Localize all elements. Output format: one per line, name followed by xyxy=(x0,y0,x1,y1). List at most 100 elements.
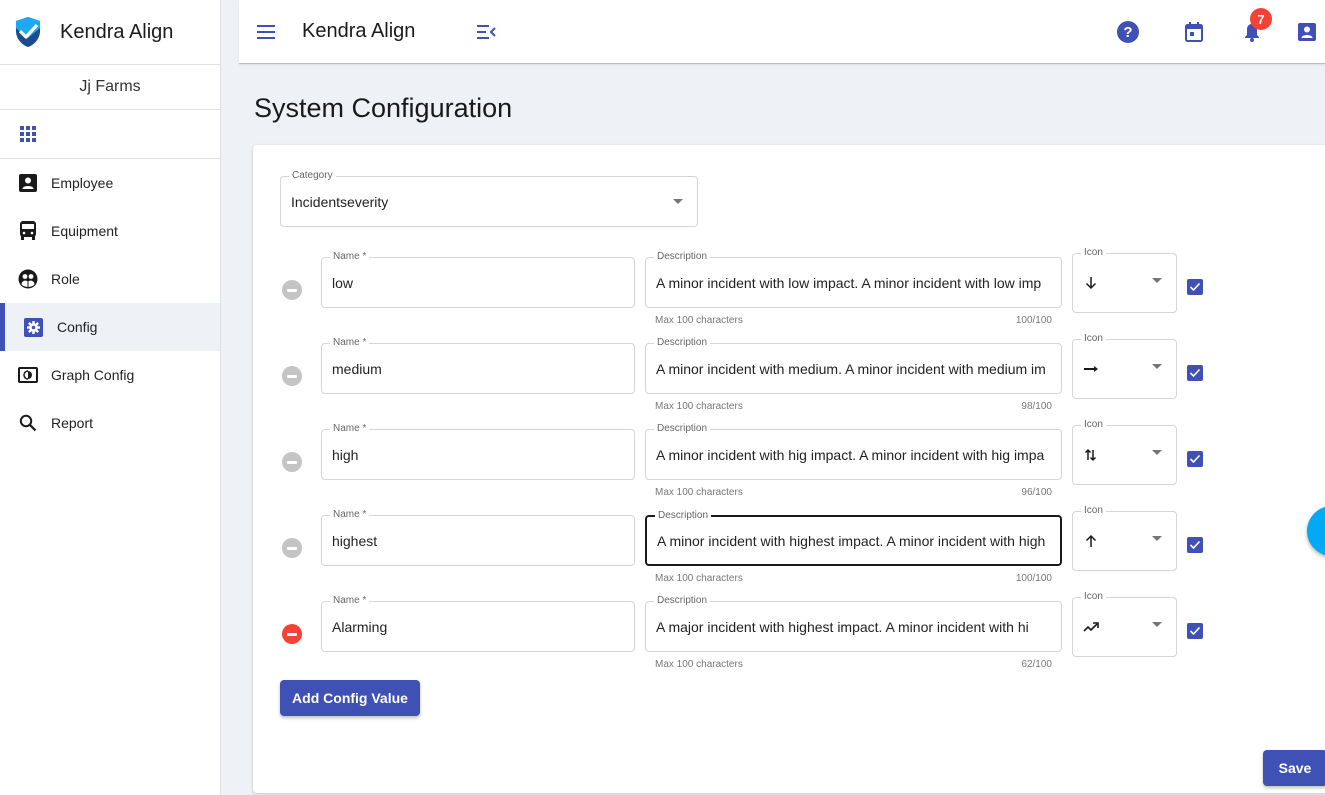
enabled-checkbox[interactable] xyxy=(1187,451,1203,467)
group-icon xyxy=(18,269,38,289)
sidebar-item-label: Employee xyxy=(51,175,114,191)
sidebar-item-role[interactable]: Role xyxy=(0,255,220,303)
icon-label: Icon xyxy=(1081,419,1106,431)
page-title: System Configuration xyxy=(254,93,513,123)
name-value: low xyxy=(332,274,354,291)
sidebar-item-graph-config[interactable]: Graph Config xyxy=(0,351,220,399)
description-value: A minor incident with low impact. A mino… xyxy=(656,274,1042,291)
description-value: A minor incident with medium. A minor in… xyxy=(656,360,1046,377)
organization-name: Jj Farms xyxy=(0,65,220,110)
description-field[interactable]: Description A minor incident with low im… xyxy=(645,251,1062,308)
enabled-checkbox[interactable] xyxy=(1187,623,1203,639)
menu-collapse-icon[interactable] xyxy=(477,22,497,42)
badge-icon xyxy=(18,173,38,193)
app-title: Kendra Align xyxy=(302,20,416,42)
brand: Kendra Align xyxy=(0,0,220,65)
icon-select[interactable]: Icon xyxy=(1072,419,1177,485)
enabled-checkbox[interactable] xyxy=(1187,365,1203,381)
bell-icon[interactable]: 7 xyxy=(1240,8,1272,44)
sidebar-item-label: Report xyxy=(51,415,94,431)
icon-label: Icon xyxy=(1081,591,1106,603)
name-value: Alarming xyxy=(332,618,388,635)
name-field[interactable]: Name * medium xyxy=(321,337,635,394)
description-helper-text: Max 100 characters xyxy=(655,401,743,412)
apps-button[interactable] xyxy=(0,110,220,159)
description-field[interactable]: Description A minor incident with highes… xyxy=(645,510,1062,566)
character-counter: 100/100 xyxy=(1015,315,1052,326)
config-row: Name * Alarming Description A major inci… xyxy=(253,591,1325,687)
account-icon[interactable] xyxy=(1295,20,1319,44)
remove-row-button[interactable] xyxy=(282,452,302,472)
trending-up-icon xyxy=(1083,619,1099,635)
sidebar-item-config[interactable]: Config xyxy=(0,303,220,351)
icon-select[interactable]: Icon xyxy=(1072,333,1177,399)
settings-icon xyxy=(23,317,43,337)
character-counter: 96/100 xyxy=(1021,487,1052,498)
sidebar-item-equipment[interactable]: Equipment xyxy=(0,207,220,255)
menu-icon[interactable] xyxy=(256,22,276,42)
chevron-down-icon xyxy=(673,199,683,204)
add-config-value-button[interactable]: Add Config Value xyxy=(280,680,420,716)
description-helper-text: Max 100 characters xyxy=(655,487,743,498)
sidebar: Kendra Align Jj Farms Employee Equipment xyxy=(0,0,221,795)
name-value: highest xyxy=(332,532,378,549)
remove-row-button[interactable] xyxy=(282,624,302,644)
enabled-checkbox[interactable] xyxy=(1187,279,1203,295)
icon-select[interactable]: Icon xyxy=(1072,247,1177,313)
icon-label: Icon xyxy=(1081,333,1106,345)
remove-row-button[interactable] xyxy=(282,366,302,386)
sidebar-item-label: Equipment xyxy=(51,223,118,239)
description-value: A minor incident with highest impact. A … xyxy=(657,532,1046,549)
description-value: A major incident with highest impact. A … xyxy=(656,618,1029,635)
character-counter: 98/100 xyxy=(1021,401,1052,412)
topbar-actions: ? 7 xyxy=(1116,0,1325,64)
description-field[interactable]: Description A minor incident with medium… xyxy=(645,337,1062,394)
name-field[interactable]: Name * Alarming xyxy=(321,595,635,652)
chevron-down-icon xyxy=(1152,364,1162,369)
description-helper-text: Max 100 characters xyxy=(655,573,743,584)
remove-row-button[interactable] xyxy=(282,280,302,300)
sidebar-item-label: Config xyxy=(57,319,98,335)
config-card: Category Incidentseverity Name * low Des… xyxy=(253,145,1325,793)
icon-label: Icon xyxy=(1081,505,1106,517)
name-value: medium xyxy=(332,360,382,377)
config-row: Name * high Description A minor incident… xyxy=(253,419,1325,515)
chevron-down-icon xyxy=(1152,450,1162,455)
calendar-icon[interactable] xyxy=(1182,20,1206,44)
shield-logo-icon xyxy=(16,17,40,47)
icon-select[interactable]: Icon xyxy=(1072,505,1177,571)
description-field[interactable]: Description A minor incident with hig im… xyxy=(645,423,1062,480)
bus-icon xyxy=(18,221,38,241)
name-field[interactable]: Name * highest xyxy=(321,509,635,566)
save-button[interactable]: Save xyxy=(1263,750,1325,786)
description-field[interactable]: Description A major incident with highes… xyxy=(645,595,1062,652)
category-select[interactable]: Category Incidentseverity xyxy=(280,170,698,227)
brand-name: Kendra Align xyxy=(60,20,174,43)
swap-vert-icon xyxy=(1083,447,1099,463)
name-field[interactable]: Name * low xyxy=(321,251,635,308)
config-row: Name * highest Description A minor incid… xyxy=(253,505,1325,601)
top-app-bar: Kendra Align ? 7 xyxy=(239,0,1325,64)
chevron-down-icon xyxy=(1152,622,1162,627)
search-icon xyxy=(18,413,38,433)
help-icon[interactable]: ? xyxy=(1116,20,1140,44)
enabled-checkbox[interactable] xyxy=(1187,537,1203,553)
icon-select[interactable]: Icon xyxy=(1072,591,1177,657)
category-value: Incidentseverity xyxy=(291,193,389,210)
svg-text:?: ? xyxy=(1123,24,1132,41)
arrow-downward-icon xyxy=(1083,275,1099,291)
remove-row-button[interactable] xyxy=(282,538,302,558)
arrow-right-icon xyxy=(1083,361,1099,377)
icon-label: Icon xyxy=(1081,247,1106,259)
config-row: Name * medium Description A minor incide… xyxy=(253,333,1325,429)
apps-grid-icon xyxy=(20,126,36,142)
description-value: A minor incident with hig impact. A mino… xyxy=(656,446,1045,463)
name-field[interactable]: Name * high xyxy=(321,423,635,480)
arrow-upward-icon xyxy=(1083,533,1099,549)
name-value: high xyxy=(332,446,359,463)
sidebar-item-employee[interactable]: Employee xyxy=(0,159,220,207)
sidebar-item-report[interactable]: Report xyxy=(0,399,220,447)
graph-config-icon xyxy=(18,365,38,385)
sidebar-item-label: Role xyxy=(51,271,80,287)
config-row: Name * low Description A minor incident … xyxy=(253,247,1325,343)
